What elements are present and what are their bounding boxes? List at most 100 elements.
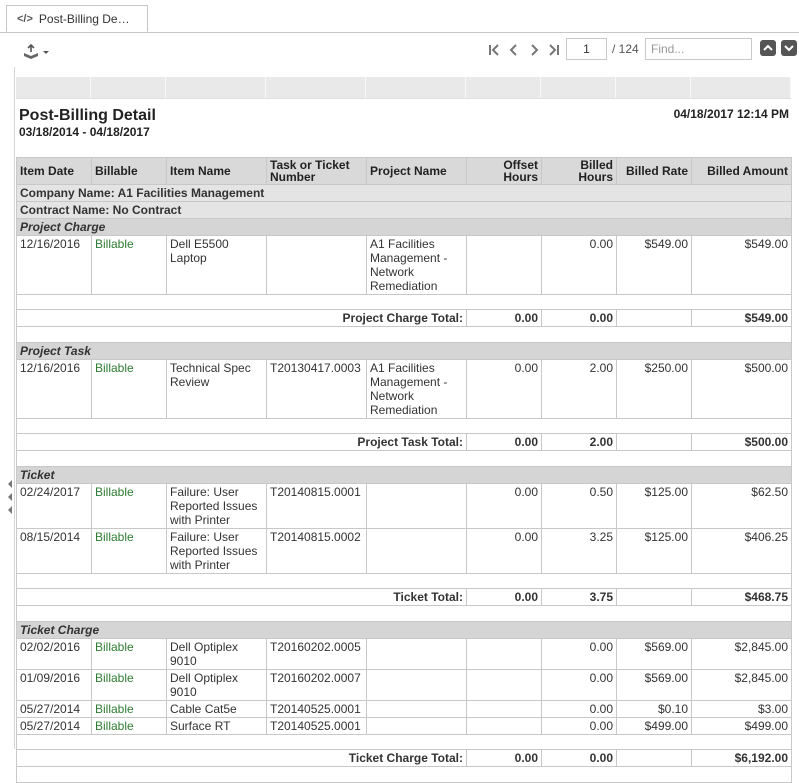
section-total-rate <box>616 588 692 606</box>
tab-bar: </> Post-Billing De… <box>0 0 799 33</box>
tab-post-billing-detail[interactable]: </> Post-Billing De… <box>6 5 148 32</box>
item-date-cell: 05/27/2014 <box>16 700 92 718</box>
table-row[interactable]: 01/09/2016 Billable Dell Optiplex 9010 T201… <box>16 669 792 701</box>
table-row[interactable]: 12/16/2016 Billable Dell E5500 Laptop A1 Fa… <box>16 235 792 295</box>
billing-table: Item Date Billable Item Name Task or Tic… <box>16 157 792 783</box>
find-next-button[interactable] <box>781 40 797 56</box>
section-header-row: Ticket <box>16 466 792 484</box>
billable-cell: Billable <box>91 638 167 670</box>
billed-hours-cell: 0.00 <box>541 235 617 295</box>
table-row[interactable]: 02/24/2017 Billable Failure: User Reported… <box>16 483 792 529</box>
section-total-rate <box>616 749 692 767</box>
billed-amount-cell: $499.00 <box>691 717 792 735</box>
sidebar-splitter[interactable] <box>0 67 15 749</box>
page-total: / 124 <box>612 42 639 56</box>
project-name-cell <box>366 638 467 670</box>
first-page-button[interactable] <box>484 41 504 59</box>
item-date-cell: 02/02/2016 <box>16 638 92 670</box>
column-header-billed-hours[interactable]: Billed Hours <box>541 157 617 185</box>
table-header-row: Item Date Billable Item Name Task or Tic… <box>16 157 792 185</box>
billable-cell: Billable <box>91 359 167 419</box>
tab-label: Post-Billing De… <box>38 11 130 26</box>
project-name-cell <box>366 700 467 718</box>
find-previous-button[interactable] <box>760 40 776 56</box>
billed-rate-cell: $569.00 <box>616 669 692 701</box>
next-page-button[interactable] <box>524 41 544 59</box>
item-name-cell: Dell Optiplex 9010 <box>166 638 267 670</box>
billed-rate-cell: $549.00 <box>616 235 692 295</box>
item-name-cell: Failure: User Reported Issues with Print… <box>166 483 267 529</box>
project-name-cell: A1 Facilities Management - Network Remed… <box>366 235 467 295</box>
table-row[interactable]: 12/16/2016 Billable Technical Spec Review T… <box>16 359 792 419</box>
task-number-cell: T20140525.0001 <box>266 700 367 718</box>
section-name: Project Task <box>16 342 792 360</box>
column-header-billed-amount[interactable]: Billed Amount <box>691 157 792 185</box>
spacer-row <box>16 573 792 589</box>
column-header-project-name[interactable]: Project Name <box>366 157 467 185</box>
export-button[interactable] <box>22 43 52 61</box>
section-header-row: Project Charge <box>16 218 792 236</box>
section-header-row: Project Task <box>16 342 792 360</box>
section-total-label: Project Charge Total: <box>16 309 467 327</box>
gap-cell <box>16 605 792 622</box>
gap-row <box>16 450 792 467</box>
gap-row <box>16 605 792 622</box>
billed-rate-cell: $250.00 <box>616 359 692 419</box>
column-header-billable[interactable]: Billable <box>91 157 167 185</box>
billed-amount-cell: $62.50 <box>691 483 792 529</box>
billed-rate-cell: $499.00 <box>616 717 692 735</box>
export-icon <box>24 44 38 59</box>
report-printed-date: 04/18/2017 12:14 PM <box>673 107 789 121</box>
section-total-offset: 0.00 <box>466 588 542 606</box>
billable-cell: Billable <box>91 483 167 529</box>
contract-row: Contract Name: No Contract <box>16 201 792 219</box>
table-row[interactable]: 05/27/2014 Billable Cable Cat5e T20140525.0… <box>16 700 792 718</box>
table-row[interactable]: 02/02/2016 Billable Dell Optiplex 9010 T201… <box>16 638 792 670</box>
billed-amount-cell: $406.25 <box>691 528 792 574</box>
previous-page-button[interactable] <box>504 41 524 59</box>
spacer-row <box>16 418 792 434</box>
offset-hours-cell <box>466 717 542 735</box>
last-page-icon <box>549 44 559 56</box>
project-name-cell <box>366 483 467 529</box>
item-name-cell: Failure: User Reported Issues with Print… <box>166 528 267 574</box>
section-total-label: Project Task Total: <box>16 433 467 451</box>
column-header-item-name[interactable]: Item Name <box>166 157 267 185</box>
caret-down-icon <box>43 51 49 54</box>
column-header-item-date[interactable]: Item Date <box>16 157 92 185</box>
billable-cell: Billable <box>91 528 167 574</box>
item-name-cell: Dell Optiplex 9010 <box>166 669 267 701</box>
column-header-task-number[interactable]: Task or Ticket Number <box>266 157 367 185</box>
section-name: Ticket Charge <box>16 621 792 639</box>
offset-hours-cell: 0.00 <box>466 528 542 574</box>
project-name-cell: A1 Facilities Management - Network Remed… <box>366 359 467 419</box>
billed-amount-cell: $2,845.00 <box>691 669 792 701</box>
task-number-cell: T20140525.0001 <box>266 717 367 735</box>
contract-name: Contract Name: No Contract <box>16 201 792 219</box>
item-name-cell: Dell E5500 Laptop <box>166 235 267 295</box>
item-name-cell: Technical Spec Review <box>166 359 267 419</box>
billable-cell: Billable <box>91 669 167 701</box>
offset-hours-cell: 0.00 <box>466 359 542 419</box>
section-total-label: Ticket Total: <box>16 588 467 606</box>
table-row[interactable]: 05/27/2014 Billable Surface RT T20140525.00… <box>16 717 792 735</box>
column-header-offset-hours[interactable]: Offset Hours <box>466 157 542 185</box>
report-date-range: 03/18/2014 - 04/18/2017 <box>19 125 150 139</box>
report-page: Post-Billing Detail 03/18/2014 - 04/18/2… <box>16 77 792 783</box>
task-number-cell <box>266 235 367 295</box>
page-number-input[interactable] <box>566 38 607 60</box>
spacer-cell <box>16 418 792 434</box>
gap-cell <box>16 766 792 783</box>
spacer-cell <box>16 573 792 589</box>
table-row[interactable]: 08/15/2014 Billable Failure: User Reported… <box>16 528 792 574</box>
section-total-offset: 0.00 <box>466 309 542 327</box>
find-input[interactable] <box>645 38 752 60</box>
offset-hours-cell <box>466 638 542 670</box>
section-total-hours: 0.00 <box>541 749 617 767</box>
column-header-billed-rate[interactable]: Billed Rate <box>616 157 692 185</box>
item-name-cell: Cable Cat5e <box>166 700 267 718</box>
last-page-button[interactable] <box>544 41 564 59</box>
report-title: Post-Billing Detail <box>19 107 156 124</box>
item-name-cell: Surface RT <box>166 717 267 735</box>
section-total-rate <box>616 433 692 451</box>
